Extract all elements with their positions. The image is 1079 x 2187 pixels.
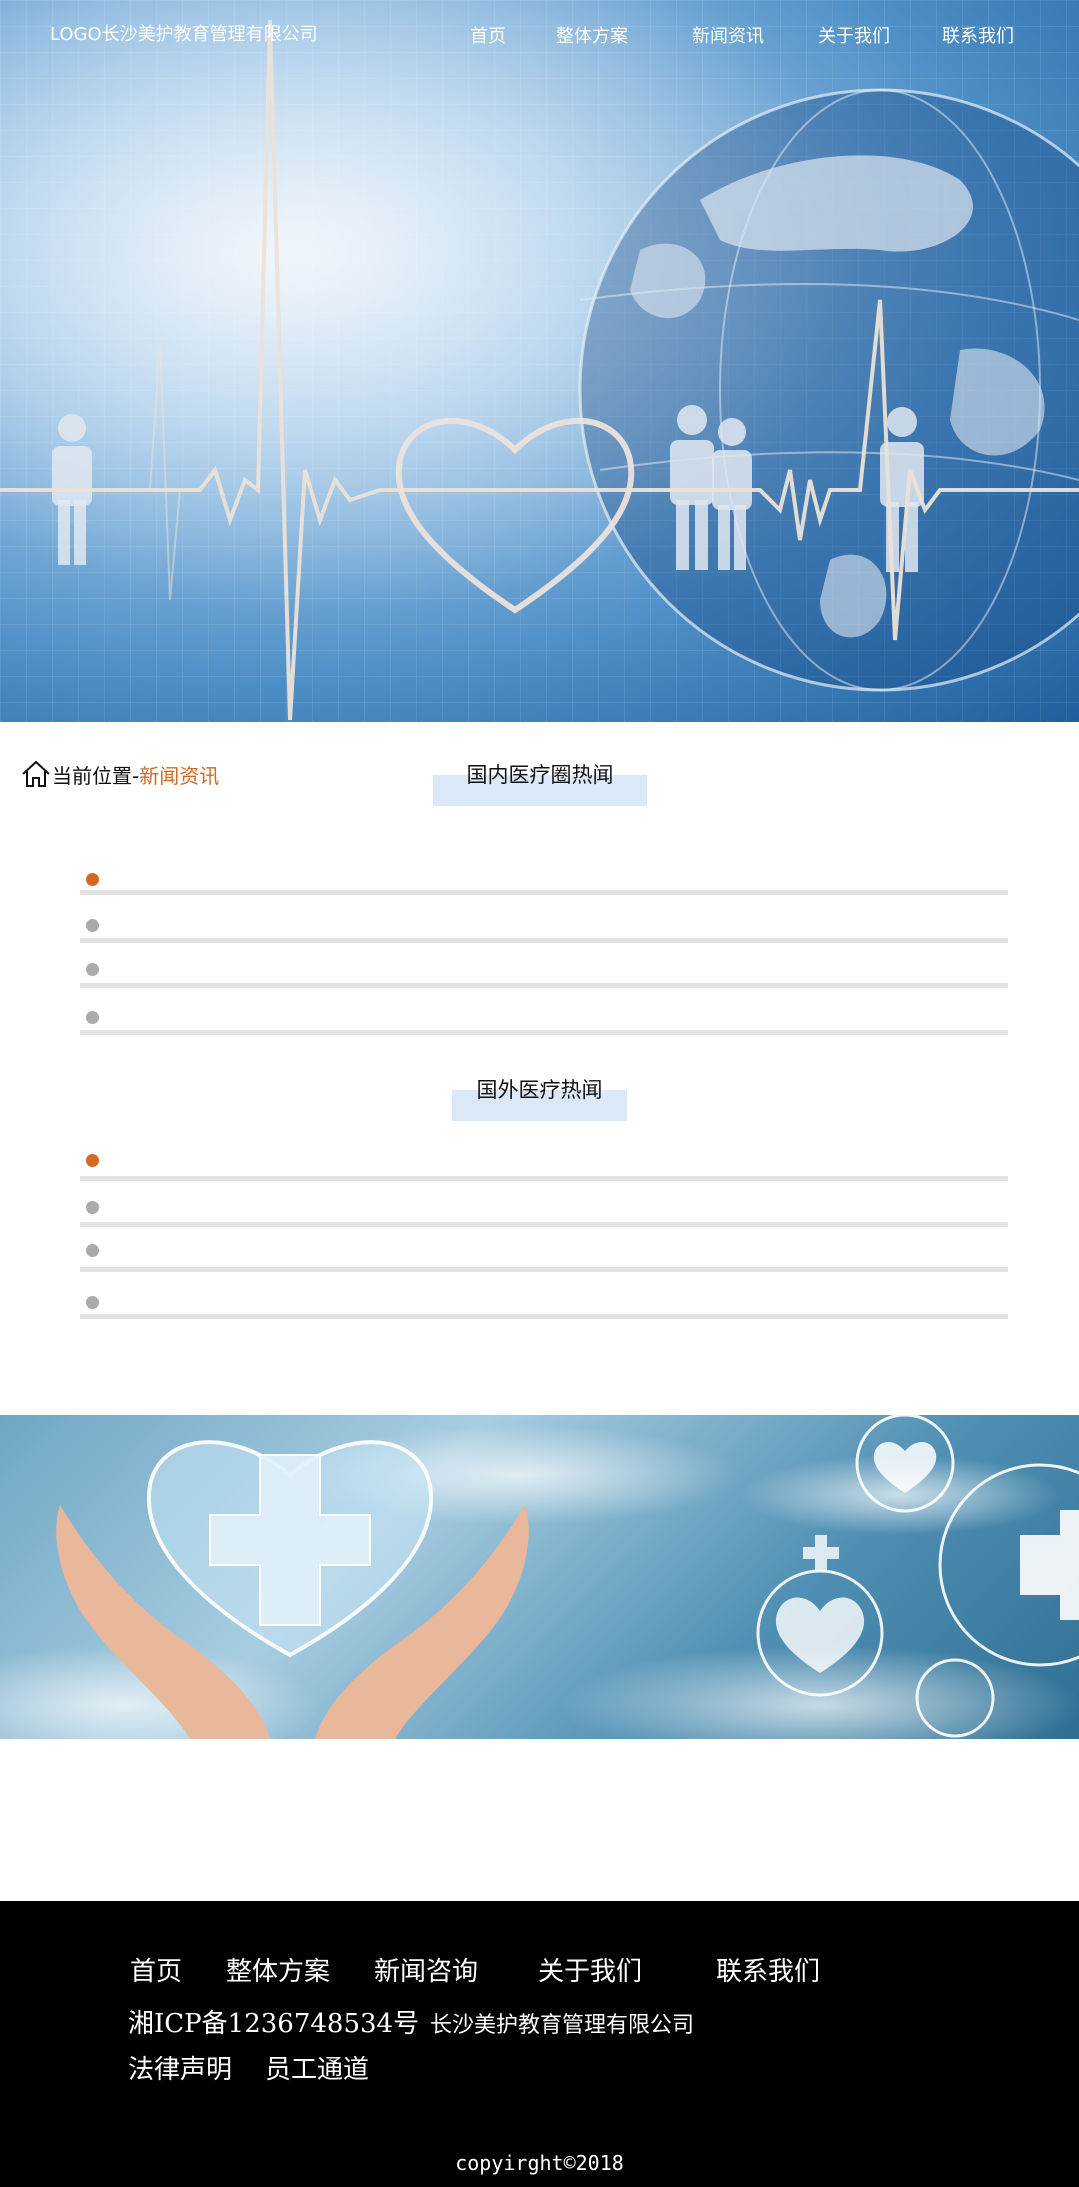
medical-hero-illustration xyxy=(0,0,1079,722)
nav-home[interactable]: 首页 xyxy=(470,22,506,48)
news-row[interactable] xyxy=(80,938,1008,943)
hero-banner: LOGO长沙美护教育管理有限公司 首页 整体方案 新闻资讯 关于我们 联系我们 xyxy=(0,0,1079,722)
staff-link[interactable]: 员工通道 xyxy=(265,2049,369,2086)
footer-nav-contact[interactable]: 联系我们 xyxy=(716,1951,820,1988)
news-row[interactable] xyxy=(80,1176,1008,1181)
footer-nav-solutions[interactable]: 整体方案 xyxy=(226,1951,330,1988)
footer-nav-home[interactable]: 首页 xyxy=(130,1951,182,1988)
nav-news[interactable]: 新闻资讯 xyxy=(692,22,764,48)
site-logo[interactable]: LOGO长沙美护教育管理有限公司 xyxy=(50,20,318,46)
breadcrumb-current[interactable]: 新闻资讯 xyxy=(139,760,219,789)
legal-link[interactable]: 法律声明 xyxy=(128,2049,232,2086)
footer-company-name: 长沙美护教育管理有限公司 xyxy=(430,2013,695,2038)
news-bullet-icon xyxy=(86,1011,99,1024)
breadcrumb: 当前位置- 新闻资讯 xyxy=(20,758,219,790)
news-row[interactable] xyxy=(80,1267,1008,1272)
site-footer: 首页 整体方案 新闻咨询 关于我们 联系我们 湘ICP备1236748534号 … xyxy=(0,1901,1079,2187)
home-icon[interactable] xyxy=(20,759,52,789)
nav-about[interactable]: 关于我们 xyxy=(818,22,890,48)
news-row[interactable] xyxy=(80,983,1008,988)
top-navigation: LOGO长沙美护教育管理有限公司 首页 整体方案 新闻资讯 关于我们 联系我们 xyxy=(0,18,1079,48)
news-bullet-icon xyxy=(86,873,99,886)
news-row[interactable] xyxy=(80,1314,1008,1319)
news-row[interactable] xyxy=(80,890,1008,895)
icp-number[interactable]: 湘ICP备1236748534号 xyxy=(128,2003,419,2040)
news-row[interactable] xyxy=(80,1222,1008,1227)
footer-nav-news[interactable]: 新闻咨询 xyxy=(374,1951,478,1988)
copyright: copyirght©2018 xyxy=(455,2151,624,2175)
news-bullet-icon xyxy=(86,1296,99,1309)
news-bullet-icon xyxy=(86,919,99,932)
breadcrumb-prefix: 当前位置- xyxy=(52,763,140,788)
care-banner-illustration xyxy=(0,1415,1079,1739)
news-bullet-icon xyxy=(86,963,99,976)
section-title-foreign: 国外医疗热闻 xyxy=(452,1078,627,1121)
care-banner xyxy=(0,1415,1079,1739)
news-bullet-icon xyxy=(86,1201,99,1214)
news-bullet-icon xyxy=(86,1154,99,1167)
news-row[interactable] xyxy=(80,1030,1008,1035)
news-bullet-icon xyxy=(86,1244,99,1257)
nav-solutions[interactable]: 整体方案 xyxy=(556,22,628,48)
nav-contact[interactable]: 联系我们 xyxy=(942,22,1014,48)
footer-nav-about[interactable]: 关于我们 xyxy=(538,1951,642,1988)
section-title-domestic: 国内医疗圈热闻 xyxy=(433,763,647,806)
